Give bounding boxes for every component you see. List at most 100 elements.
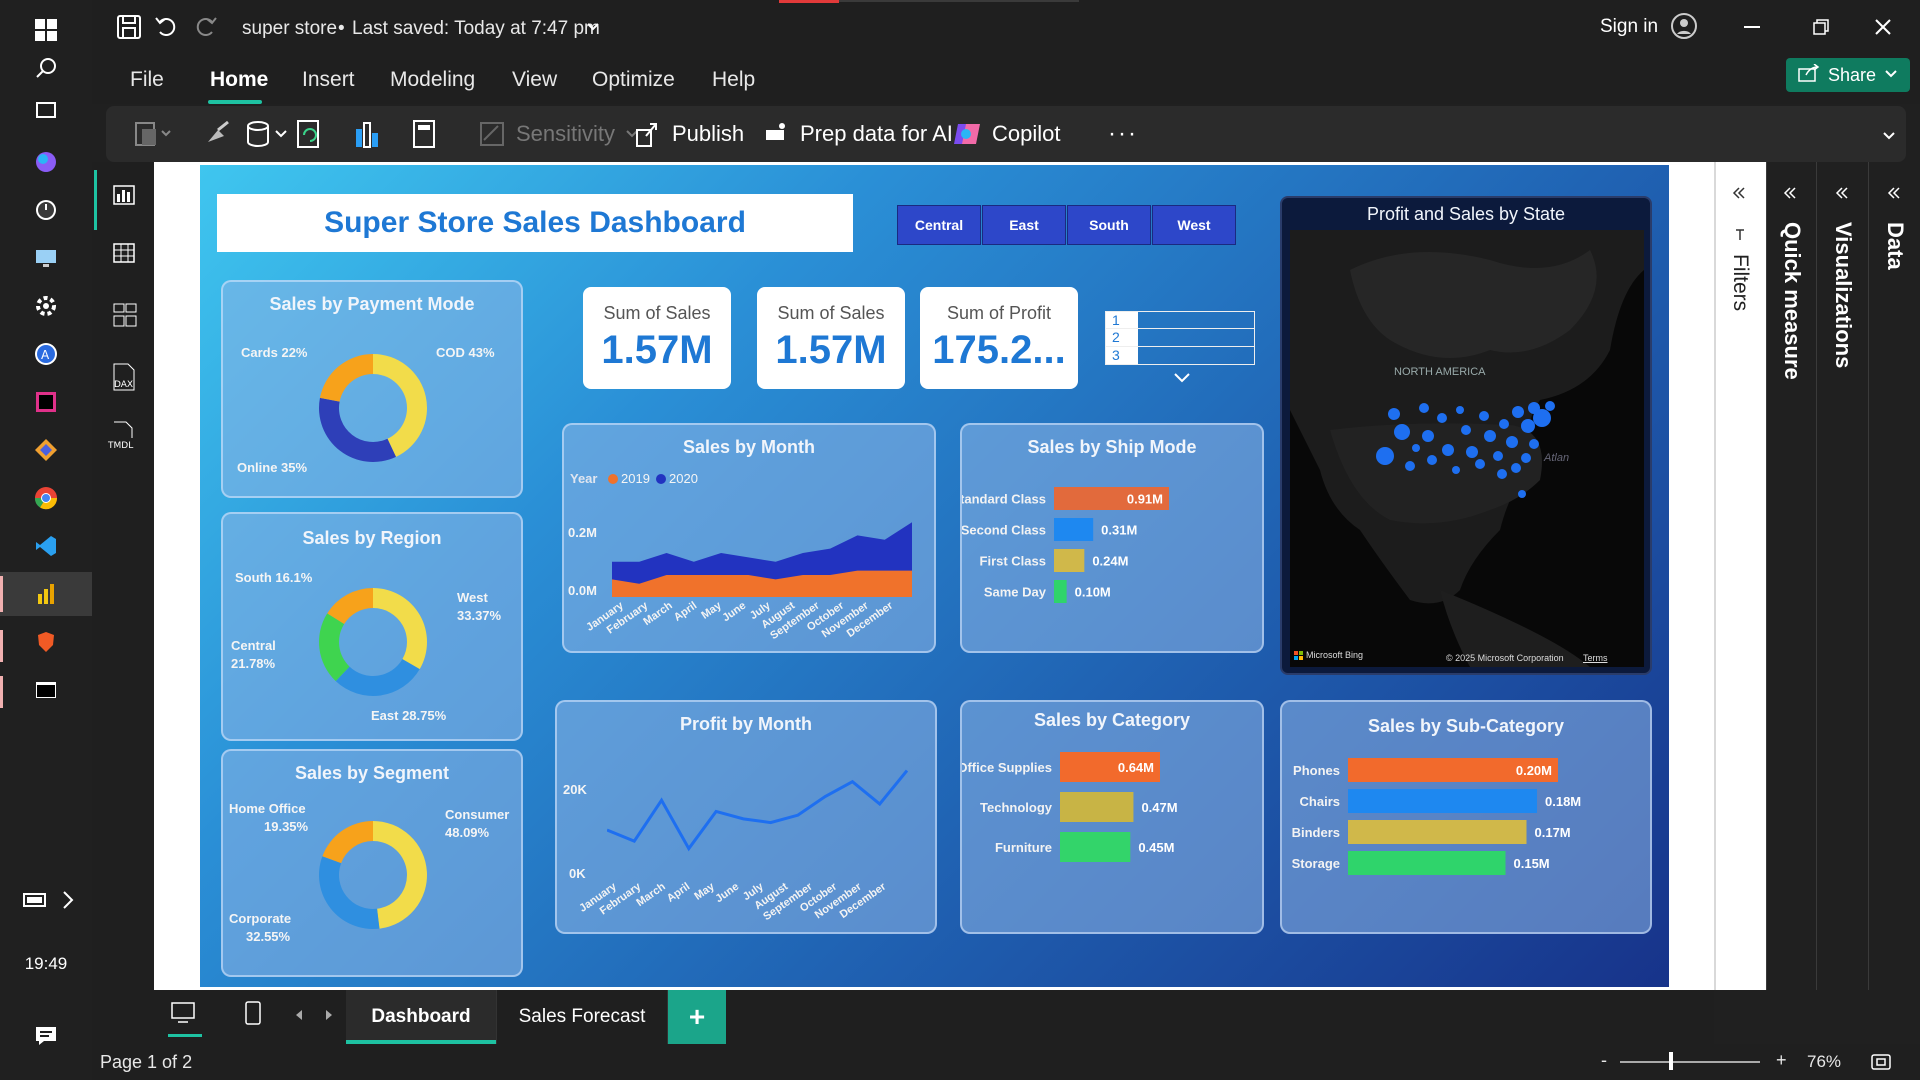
donut-slice-cards[interactable] <box>319 354 373 402</box>
more-options-button[interactable]: ··· <box>1108 116 1138 152</box>
double-chevron-left-icon[interactable] <box>1887 186 1901 205</box>
segment-card[interactable]: Sales by Segment Home Office 19.35% Cons… <box>221 749 523 977</box>
app-store-icon[interactable]: A <box>28 336 64 372</box>
chevron-right-icon[interactable] <box>50 882 86 918</box>
bar-binders[interactable] <box>1348 820 1527 844</box>
bar-storage[interactable] <box>1348 851 1506 875</box>
menu-help[interactable]: Help <box>710 64 757 96</box>
menu-modeling[interactable]: Modeling <box>388 64 477 96</box>
publish-button[interactable]: Publish <box>634 116 744 152</box>
restore-icon[interactable] <box>1812 18 1830 41</box>
zoom-level[interactable]: 76% <box>1807 1052 1841 1072</box>
windows-start-icon[interactable] <box>28 12 64 48</box>
region-card[interactable]: Sales by Region South 16.1% West 33.37% … <box>221 512 523 741</box>
powerbi-icon[interactable] <box>28 576 64 612</box>
profit-line[interactable] <box>607 769 909 852</box>
chrome-icon[interactable] <box>28 480 64 516</box>
zoom-slider-track[interactable] <box>1620 1061 1760 1063</box>
vscode-icon[interactable] <box>28 528 64 564</box>
chevron-left-icon[interactable] <box>294 1008 304 1027</box>
donut-slice-online[interactable] <box>319 397 396 462</box>
subcategory-card[interactable]: Sales by Sub-Category Phones 0.20M Chairs 0… <box>1280 700 1652 934</box>
calculator-icon[interactable] <box>412 116 436 152</box>
filters-pane[interactable]: Filters <box>1716 162 1766 990</box>
save-icon[interactable] <box>116 14 142 45</box>
donut-slice-east[interactable] <box>335 659 420 696</box>
double-chevron-left-icon[interactable] <box>1732 186 1746 205</box>
dax-query-view-icon[interactable]: DAX <box>108 362 138 397</box>
new-visual-icon[interactable] <box>354 116 384 152</box>
sign-in-link[interactable]: Sign in <box>1600 16 1658 38</box>
ship-mode-card[interactable]: Sales by Ship Mode Standard Class 0.91M Se… <box>960 423 1264 653</box>
fit-to-page-icon[interactable] <box>1870 1052 1892 1077</box>
bar-chairs[interactable] <box>1348 789 1537 813</box>
jetbrains-icon[interactable] <box>28 384 64 420</box>
profit-by-month-card[interactable]: Profit by Month 20K 0K January February Ma… <box>555 700 937 934</box>
slicer-row[interactable]: 3 <box>1105 347 1255 365</box>
kpi-card-sales[interactable]: Sum of Sales 1.57M <box>583 287 731 389</box>
clock-time[interactable]: 19:49 <box>0 954 92 974</box>
bar-same-day[interactable] <box>1054 580 1067 603</box>
copilot-app-icon[interactable] <box>28 144 64 180</box>
chevron-right-icon[interactable] <box>324 1008 334 1027</box>
quick-measure-pane[interactable]: Quick measure <box>1766 162 1816 990</box>
donut-slice-corporate[interactable] <box>319 856 380 929</box>
donut-slice-west[interactable] <box>373 588 427 670</box>
tab-dashboard[interactable]: Dashboard <box>346 990 496 1044</box>
category-card[interactable]: Sales by Category Office Supplies 0.64M Te… <box>960 700 1264 934</box>
remote-desktop-icon[interactable] <box>28 240 64 276</box>
copilot-button[interactable]: Copilot <box>952 116 1060 152</box>
add-page-button[interactable]: + <box>668 990 726 1044</box>
data-pane[interactable]: Data <box>1868 162 1920 990</box>
brave-icon[interactable] <box>28 624 64 660</box>
get-data-button[interactable] <box>246 116 290 152</box>
menu-home[interactable]: Home <box>208 64 270 96</box>
zoom-in-button[interactable]: + <box>1776 1050 1787 1071</box>
kpi-card-profit[interactable]: Sum of Profit 175.2... <box>920 287 1078 389</box>
region-button-central[interactable]: Central <box>897 205 981 245</box>
double-chevron-left-icon[interactable] <box>1835 186 1849 205</box>
region-button-east[interactable]: East <box>982 205 1066 245</box>
region-button-south[interactable]: South <box>1067 205 1151 245</box>
git-icon[interactable] <box>28 432 64 468</box>
menu-file[interactable]: File <box>128 64 166 96</box>
donut-slice-home-office[interactable] <box>322 821 373 864</box>
terminal-icon[interactable] <box>28 672 64 708</box>
map-area[interactable]: NORTH AMERICA Atlan Microsoft Bing © 202… <box>1290 230 1644 667</box>
bar-technology[interactable] <box>1060 792 1134 822</box>
visualizations-pane[interactable]: Visualizations <box>1816 162 1868 990</box>
search-icon[interactable] <box>28 50 64 86</box>
bar-first-class[interactable] <box>1054 549 1085 572</box>
donut-slice-central[interactable] <box>319 613 350 682</box>
redo-icon[interactable] <box>192 14 218 45</box>
report-view-icon[interactable] <box>112 184 136 211</box>
bar-second-class[interactable] <box>1054 518 1094 541</box>
zoom-out-button[interactable]: - <box>1601 1050 1607 1071</box>
chevron-down-icon[interactable] <box>586 20 600 38</box>
undo-icon[interactable] <box>154 14 180 45</box>
user-avatar-icon[interactable] <box>1670 12 1698 45</box>
document-title[interactable]: super store <box>242 18 337 40</box>
menu-insert[interactable]: Insert <box>300 64 357 96</box>
minimize-icon[interactable] <box>1744 26 1760 28</box>
sensitivity-button[interactable]: Sensitivity <box>478 116 639 152</box>
tmdl-view-icon[interactable]: TMDL <box>106 420 138 455</box>
zoom-slider-thumb[interactable] <box>1669 1052 1673 1070</box>
kpi-card-sales-2[interactable]: Sum of Sales 1.57M <box>757 287 905 389</box>
sales-by-month-card[interactable]: Sales by Month Year 2019 2020 0.2M 0.0M … <box>562 423 936 653</box>
battery-icon[interactable] <box>18 882 54 918</box>
map-card[interactable]: Profit and Sales by State NORTH AMERICA … <box>1280 196 1652 675</box>
month-slicer[interactable]: 1 2 3 <box>1105 311 1255 366</box>
mobile-layout-icon[interactable] <box>244 1000 262 1031</box>
share-button[interactable]: Share <box>1786 58 1910 92</box>
menu-optimize[interactable]: Optimize <box>590 64 677 96</box>
map-terms-link[interactable]: Terms <box>1583 653 1608 663</box>
desktop-layout-icon[interactable] <box>170 1000 196 1031</box>
bar-furniture[interactable] <box>1060 832 1131 862</box>
refresh-icon[interactable] <box>296 116 324 152</box>
notification-icon[interactable] <box>28 1018 64 1054</box>
format-painter-icon[interactable] <box>204 116 232 152</box>
clock-app-icon[interactable] <box>28 192 64 228</box>
prep-data-button[interactable]: Prep data for AI <box>762 116 953 152</box>
model-view-icon[interactable] <box>112 302 138 333</box>
